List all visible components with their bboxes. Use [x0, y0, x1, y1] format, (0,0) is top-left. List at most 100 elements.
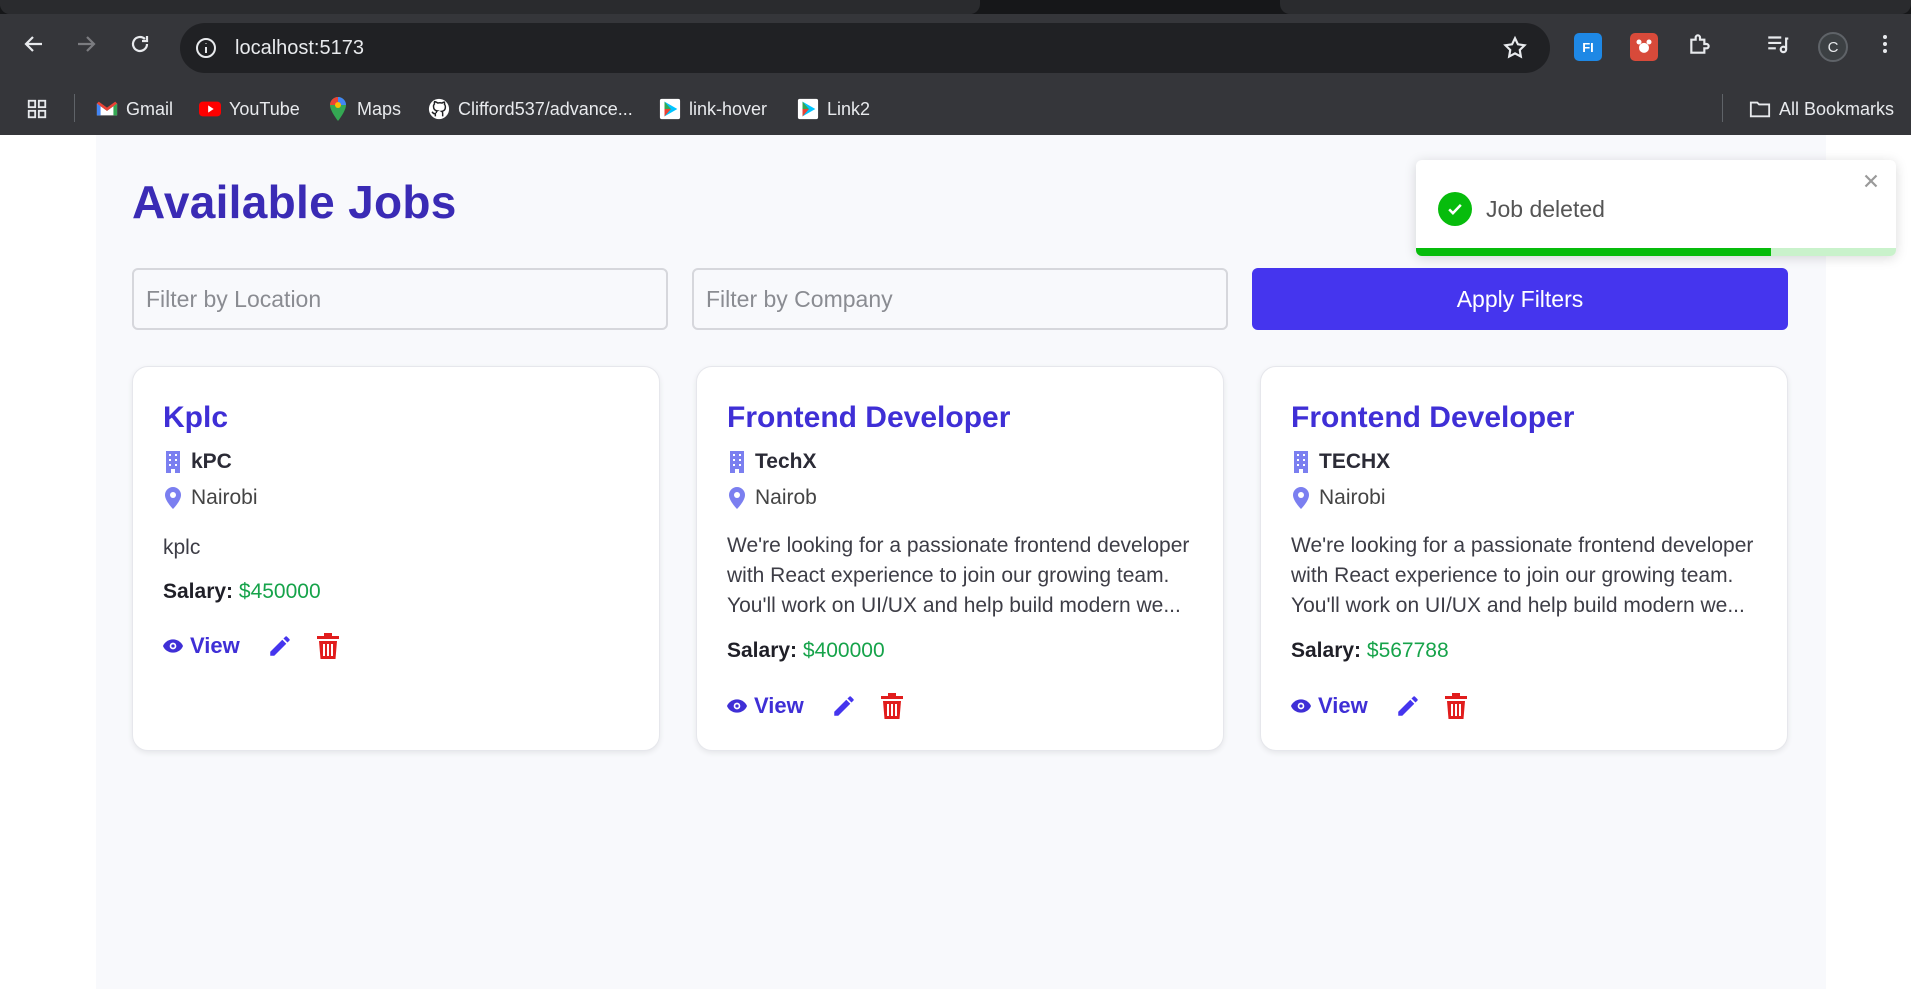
job-location-row: Nairobi: [1291, 485, 1386, 511]
bookmarks-bar: Gmail YouTube Maps Clifford537/advance..…: [0, 84, 1911, 135]
eye-icon: [727, 699, 747, 713]
play-icon: [659, 98, 681, 120]
browser-toolbar: localhost:5173 FI C: [0, 14, 1911, 84]
job-company-row: TECHX: [1291, 449, 1390, 475]
bookmark-label: Gmail: [126, 98, 174, 119]
browser-menu-button[interactable]: [1865, 24, 1905, 64]
bookmark-label: YouTube: [229, 98, 300, 119]
apply-filters-button[interactable]: Apply Filters: [1252, 268, 1788, 330]
forward-arrow-icon: [78, 36, 96, 52]
bookmark-link-hover[interactable]: link-hover: [659, 96, 767, 122]
company-filter-input[interactable]: [692, 268, 1228, 330]
forward-button[interactable]: [66, 24, 106, 64]
tab-strip: [0, 0, 1911, 14]
job-title[interactable]: Frontend Developer: [727, 401, 1010, 435]
job-location-row: Nairobi: [163, 485, 258, 511]
reload-button[interactable]: [120, 24, 160, 64]
job-actions: View: [163, 631, 342, 661]
page-title: Available Jobs: [132, 176, 457, 228]
delete-trash-icon[interactable]: [314, 631, 342, 661]
edit-icon[interactable]: [266, 631, 294, 661]
back-button[interactable]: [14, 24, 54, 64]
profile-avatar[interactable]: C: [1818, 32, 1848, 62]
salary-label: Salary:: [727, 639, 798, 662]
job-location: Nairobi: [191, 486, 258, 509]
eye-icon: [163, 639, 183, 653]
tab-previous[interactable]: [0, 0, 980, 14]
job-title[interactable]: Frontend Developer: [1291, 401, 1574, 435]
job-card: Kplc kPC Nairobi kplc Salary: $450000 Vi…: [132, 366, 660, 751]
github-icon: [428, 98, 450, 120]
page-viewport: Available Jobs Apply Filters Kplc kPC Na…: [0, 135, 1911, 989]
delete-trash-icon[interactable]: [878, 691, 906, 721]
eye-icon: [1291, 699, 1311, 713]
job-card: Frontend Developer TechX Nairob We're lo…: [696, 366, 1224, 751]
view-job-link[interactable]: View: [1291, 693, 1368, 719]
job-location: Nairobi: [1319, 486, 1386, 509]
job-salary: Salary: $400000: [727, 639, 885, 663]
all-bookmarks-label: All Bookmarks: [1779, 98, 1895, 119]
view-job-link[interactable]: View: [163, 633, 240, 659]
browser-chrome: localhost:5173 FI C Gmail YouTube Maps C…: [0, 0, 1911, 135]
bookmark-github[interactable]: Clifford537/advance...: [428, 96, 633, 122]
location-pin-icon: [727, 487, 747, 509]
job-company: TechX: [755, 450, 817, 473]
all-bookmarks-button[interactable]: All Bookmarks: [1749, 96, 1894, 122]
gmail-icon: [96, 98, 118, 120]
play-icon: [797, 98, 819, 120]
job-location: Nairob: [755, 486, 817, 509]
extension-fi-icon[interactable]: FI: [1574, 33, 1602, 61]
view-job-link[interactable]: View: [727, 693, 804, 719]
job-company-row: kPC: [163, 449, 232, 475]
jobs-page: Available Jobs Apply Filters Kplc kPC Na…: [96, 135, 1826, 989]
salary-value: $400000: [802, 639, 885, 662]
job-description: kplc: [163, 536, 201, 559]
edit-icon[interactable]: [1394, 691, 1422, 721]
toast-progress-bar: [1416, 248, 1772, 256]
building-icon: [163, 451, 183, 473]
maps-icon: [327, 97, 349, 121]
bookmark-maps[interactable]: Maps: [327, 96, 401, 122]
job-actions: View: [727, 691, 906, 721]
job-salary: Salary: $450000: [163, 580, 321, 604]
salary-label: Salary:: [163, 580, 234, 603]
bookmark-link2[interactable]: Link2: [797, 96, 870, 122]
location-pin-icon: [163, 487, 183, 509]
building-icon: [1291, 451, 1311, 473]
success-check-icon: [1438, 192, 1472, 226]
apps-button[interactable]: [26, 96, 48, 122]
extensions-puzzle-button[interactable]: [1680, 24, 1720, 64]
extension-fi-label: FI: [1582, 39, 1594, 55]
kebab-menu-icon: [1883, 35, 1887, 53]
url-text[interactable]: localhost:5173: [235, 37, 364, 60]
toast-notification: Job deleted: [1416, 160, 1896, 256]
close-icon[interactable]: [1860, 170, 1882, 192]
location-filter-input[interactable]: [132, 268, 668, 330]
job-title[interactable]: Kplc: [163, 401, 228, 435]
toast-message: Job deleted: [1486, 196, 1605, 222]
youtube-icon: [199, 98, 221, 120]
bookmark-gmail[interactable]: Gmail: [96, 96, 173, 122]
folder-icon: [1749, 98, 1771, 120]
job-company: TECHX: [1319, 450, 1391, 473]
bookmark-label: Link2: [827, 98, 871, 119]
profile-initial: C: [1827, 38, 1839, 56]
job-company-row: TechX: [727, 449, 816, 475]
back-arrow-icon: [24, 36, 42, 52]
view-label: View: [190, 633, 240, 658]
site-info-icon[interactable]: [194, 36, 218, 60]
view-label: View: [1318, 693, 1368, 718]
bookmark-label: Maps: [357, 98, 402, 119]
apps-grid-icon: [26, 98, 48, 120]
tab-next[interactable]: [1280, 0, 1911, 14]
address-bar[interactable]: localhost:5173: [180, 23, 1550, 73]
media-queue-button[interactable]: [1758, 24, 1798, 64]
job-card: Frontend Developer TECHX Nairobi We're l…: [1260, 366, 1788, 751]
delete-trash-icon[interactable]: [1442, 691, 1470, 721]
location-pin-icon: [1291, 487, 1311, 509]
job-description: We're looking for a passionate frontend …: [727, 534, 1190, 617]
extension-red-icon[interactable]: [1630, 33, 1658, 61]
bookmark-star-icon[interactable]: [1502, 35, 1528, 61]
edit-icon[interactable]: [830, 691, 858, 721]
bookmark-youtube[interactable]: YouTube: [199, 96, 300, 122]
